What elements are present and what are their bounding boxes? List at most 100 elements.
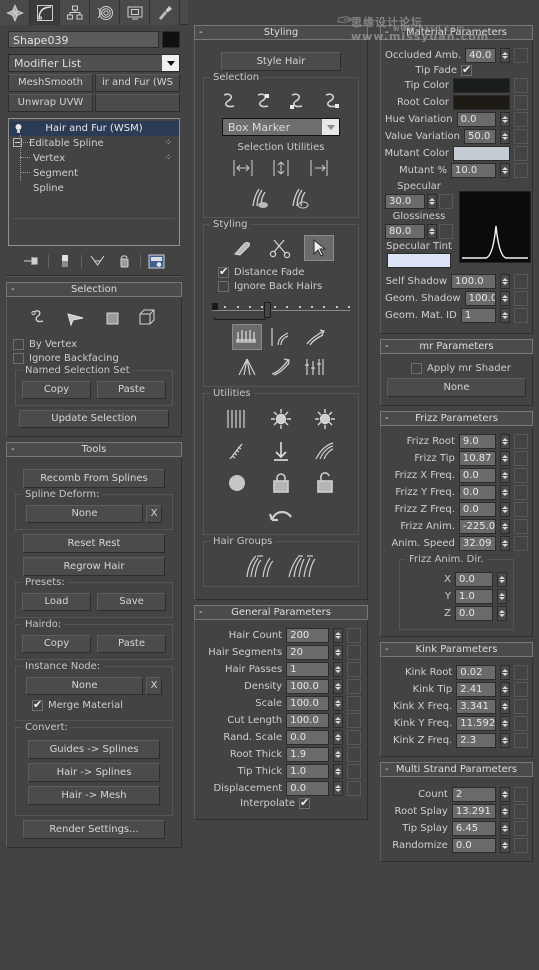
parameter-anim-track[interactable] [347,662,361,677]
value-variation-spinner[interactable] [500,129,510,144]
general-parameters-header[interactable]: - General Parameters [194,605,368,620]
parameter-spinner[interactable] [497,589,507,604]
configure-sets-icon[interactable] [147,252,167,270]
parameter-anim-track[interactable] [514,821,528,836]
specular-tint-swatch[interactable] [387,253,451,268]
toggle-hair-icon[interactable] [222,470,252,496]
mr-shader-slot-button[interactable]: None [387,378,526,397]
spline-deform-node-button[interactable]: None [26,505,143,523]
by-vertex-checkbox[interactable]: By Vertex [13,339,175,350]
select-guides-icon[interactable] [215,88,245,114]
select-guide-vertices-icon[interactable] [249,88,279,114]
hue-variation-anim-track[interactable] [514,112,528,127]
attenuate-icon[interactable] [222,406,252,432]
value-variation-anim-track[interactable] [514,129,528,144]
brush-size-slider[interactable] [212,298,350,320]
parameter-spinner[interactable] [500,485,510,500]
parameter-spinner[interactable] [500,733,510,748]
paste-hairdo-button[interactable]: Paste [97,635,166,653]
parameter-spinner[interactable] [333,713,343,728]
remove-modifier-icon[interactable] [114,252,134,270]
specular-field[interactable]: 30.0 [385,194,425,209]
hue-variation-field[interactable]: 0.0 [456,112,496,127]
root-color-anim-track[interactable] [514,95,528,110]
parameter-anim-track[interactable] [514,682,528,697]
parameter-anim-track[interactable] [514,838,528,853]
parameter-anim-track[interactable] [514,502,528,517]
parameter-field[interactable]: 0.02 [456,665,496,680]
specular-spinner[interactable] [427,194,437,209]
parameter-field[interactable]: 2.3 [456,733,496,748]
collapse-icon[interactable]: - [11,283,15,296]
parameter-field[interactable]: 100.0 [286,679,329,694]
parameter-anim-track[interactable] [347,730,361,745]
toggle-collisions-icon[interactable] [310,438,340,464]
parameter-field[interactable]: 0.0 [458,502,496,517]
collapse-icon[interactable]: - [199,26,203,39]
scissors-icon[interactable] [266,235,296,261]
hide-selected-icon[interactable] [246,185,276,211]
parameter-field[interactable]: 200 [286,628,329,643]
parameter-anim-track[interactable] [514,468,528,483]
occluded-amb-anim-track[interactable] [514,48,528,63]
reset-rest-icon[interactable] [266,438,296,464]
style-hair-button[interactable]: Style Hair [221,52,341,71]
parameter-field[interactable]: 0.0 [286,730,329,745]
modify-tab[interactable] [30,0,60,25]
geom-shadow-anim-track[interactable] [514,291,528,306]
modifier-button-unwrap-uvw[interactable]: Unwrap UVW [8,94,93,112]
parameter-anim-track[interactable] [347,713,361,728]
tip-fade-checkbox[interactable] [461,63,472,76]
stack-item-vertex[interactable]: Vertex ⁘ [9,151,179,166]
geom-shadow-field[interactable]: 100.0 [464,291,496,306]
parameter-spinner[interactable] [500,665,510,680]
lock-icon[interactable] [266,470,296,496]
parameter-anim-track[interactable] [347,696,361,711]
pin-stack-icon[interactable] [22,252,42,270]
parameter-field[interactable]: 0.0 [451,838,496,853]
parameter-spinner[interactable] [500,699,510,714]
parameter-spinner[interactable] [500,804,510,819]
merge-hair-group-icon[interactable] [285,552,319,580]
ignore-backfacing-checkbox[interactable]: Ignore Backfacing [13,353,175,364]
collapse-icon[interactable]: - [385,340,389,353]
hair-to-splines-button[interactable]: Hair -> Splines [28,763,160,782]
glossiness-spinner[interactable] [427,224,437,239]
parameter-anim-track[interactable] [347,679,361,694]
parameter-field[interactable]: 100.0 [286,713,329,728]
pop-zero-icon[interactable] [266,406,296,432]
parameter-spinner[interactable] [333,781,343,796]
parameter-anim-track[interactable] [347,747,361,762]
hair-to-mesh-button[interactable]: Hair -> Mesh [28,786,160,805]
mutant-percent-anim-track[interactable] [514,163,528,178]
occluded-amb-spinner[interactable] [500,48,510,63]
parameter-field[interactable]: 10.87 [458,451,496,466]
parameter-field[interactable]: 20 [286,645,329,660]
distance-fade-checkbox[interactable]: Distance Fade [210,265,352,278]
object-name-field[interactable]: Shape039 [8,31,159,48]
material-parameters-header[interactable]: - Material Parameters [380,25,533,40]
hair-puff-icon[interactable] [300,324,330,350]
parameter-anim-track[interactable] [514,787,528,802]
modifier-button-hair-and-fur[interactable]: ir and Fur (WS [95,74,180,92]
invert-selection-icon[interactable] [228,155,258,181]
brush-icon[interactable] [228,235,258,261]
parameter-spinner[interactable] [333,747,343,762]
specular-anim-track[interactable] [439,194,453,209]
parameter-field[interactable]: 13.291 [451,804,496,819]
parameter-spinner[interactable] [500,502,510,517]
geom-mat-id-spinner[interactable] [500,308,510,323]
box-select-icon[interactable] [133,305,163,331]
parameter-field[interactable]: 3.341 [456,699,496,714]
parameter-spinner[interactable] [497,572,507,587]
hair-translate-icon[interactable] [232,324,262,350]
parameter-anim-track[interactable] [514,519,528,534]
instance-node-button[interactable]: None [26,677,143,695]
value-variation-field[interactable]: 50.0 [464,129,496,144]
hair-clump-icon[interactable] [232,354,262,380]
parameter-anim-track[interactable] [347,781,361,796]
undo-icon[interactable] [266,502,296,528]
geom-shadow-spinner[interactable] [500,291,510,306]
self-shadow-anim-track[interactable] [514,274,528,289]
parameter-anim-track[interactable] [514,434,528,449]
